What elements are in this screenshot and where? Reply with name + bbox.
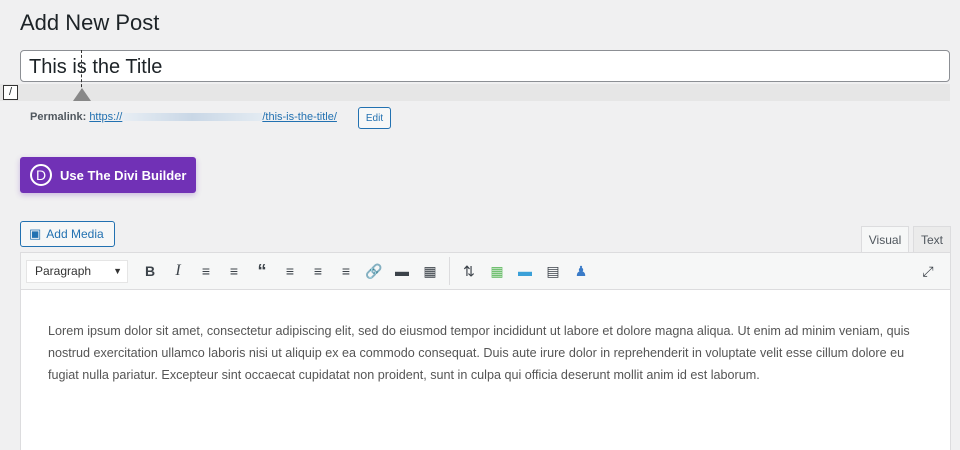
- tab-text[interactable]: Text: [913, 226, 951, 253]
- format-select-value: Paragraph: [35, 264, 92, 278]
- divi-logo-icon: D: [30, 164, 52, 186]
- permalink-link[interactable]: https:// /this-is-the-title/: [89, 111, 337, 123]
- post-title-input[interactable]: This is the Title: [20, 50, 950, 82]
- editor-content[interactable]: Lorem ipsum dolor sit amet, consectetur …: [20, 290, 951, 450]
- media-icon: ▣: [29, 226, 42, 241]
- tab-visual[interactable]: Visual: [861, 226, 909, 253]
- edit-permalink-button[interactable]: Edit: [358, 107, 391, 129]
- align-right-icon[interactable]: ≡: [332, 263, 360, 279]
- ruler-strip: [0, 84, 950, 101]
- page-title: Add New Post: [20, 10, 160, 35]
- divider-icon[interactable]: ▬: [511, 263, 539, 279]
- pencil-icon[interactable]: /: [3, 85, 18, 100]
- editor-toolbar: Paragraph ▼ B I ≡ ≡ “ ≡ ≡ ≡ 🔗 ▬ ▦ ⇅ ▦ ▬ ▤…: [20, 252, 951, 290]
- permalink-url-end: /this-is-the-title/: [262, 111, 337, 123]
- add-media-label: Add Media: [46, 227, 104, 241]
- divi-button-label: Use The Divi Builder: [60, 167, 187, 183]
- format-select[interactable]: Paragraph ▼: [26, 259, 128, 283]
- fullscreen-icon[interactable]: ⤢: [914, 263, 942, 280]
- link-icon[interactable]: 🔗: [360, 263, 388, 280]
- align-center-icon[interactable]: ≡: [304, 263, 332, 279]
- toolbar-toggle-icon[interactable]: ▦: [416, 263, 444, 280]
- read-more-icon[interactable]: ▬: [388, 263, 416, 279]
- numbered-list-icon[interactable]: ≡: [220, 263, 248, 279]
- modules-icon[interactable]: ▦: [483, 263, 511, 280]
- divi-builder-button[interactable]: D Use The Divi Builder: [20, 157, 196, 193]
- chevron-down-icon: ▼: [113, 266, 122, 276]
- guide-line: [81, 50, 82, 92]
- clipboard-icon[interactable]: ▤: [539, 263, 567, 280]
- add-media-button[interactable]: ▣ Add Media: [20, 221, 115, 247]
- sort-icon[interactable]: ⇅: [455, 263, 483, 280]
- redacted-domain: [122, 113, 263, 122]
- toolbar-separator: [449, 257, 450, 285]
- permalink: Permalink: https:// /this-is-the-title/: [30, 111, 337, 123]
- permalink-label: Permalink:: [30, 111, 87, 123]
- align-left-icon[interactable]: ≡: [276, 263, 304, 279]
- italic-icon[interactable]: I: [164, 262, 192, 280]
- bullet-list-icon[interactable]: ≡: [192, 263, 220, 279]
- user-icon[interactable]: ♟: [567, 263, 595, 280]
- triangle-marker-icon[interactable]: [73, 88, 91, 101]
- permalink-url-start: https://: [89, 111, 123, 123]
- bold-icon[interactable]: B: [136, 263, 164, 279]
- blockquote-icon[interactable]: “: [248, 261, 276, 282]
